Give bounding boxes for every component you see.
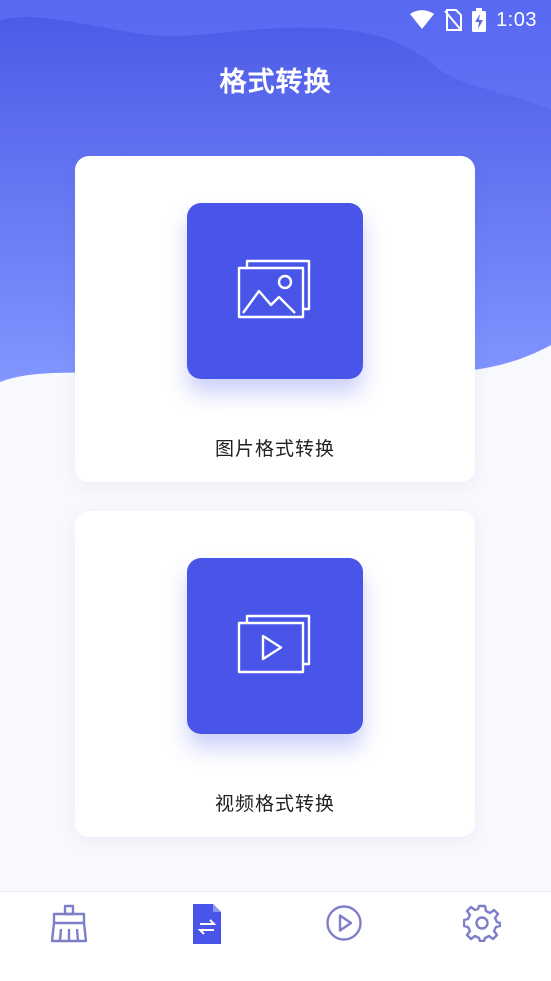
page-title: 格式转换 [219, 67, 332, 98]
convert-file-icon [192, 904, 221, 944]
nav-item-settings[interactable] [442, 904, 522, 964]
gear-icon [463, 904, 502, 942]
video-stack-icon [237, 614, 311, 674]
status-time: 1:03 [496, 8, 537, 31]
image-convert-label: 图片格式转换 [214, 438, 335, 460]
nav-item-convert[interactable] [167, 904, 247, 964]
no-sim-icon [444, 9, 463, 31]
image-convert-card[interactable]: 图片格式转换 [75, 156, 475, 482]
play-circle-icon [326, 905, 363, 941]
wifi-icon [410, 10, 435, 30]
video-convert-card[interactable]: 视频格式转换 [75, 511, 475, 837]
battery-charging-icon [472, 8, 487, 32]
nav-item-video[interactable] [304, 904, 384, 964]
format-convert-screen: 1:03 格式转换 图片格式转换 视频格式转换 [0, 0, 551, 981]
bottom-nav [0, 891, 551, 981]
status-bar: 1:03 [0, 0, 551, 40]
nav-item-clean[interactable] [29, 904, 109, 964]
video-convert-label: 视频格式转换 [214, 793, 335, 815]
image-convert-tile[interactable] [187, 203, 363, 379]
video-convert-tile[interactable] [187, 558, 363, 734]
image-stack-icon [237, 259, 311, 319]
clean-brush-icon [50, 904, 88, 943]
